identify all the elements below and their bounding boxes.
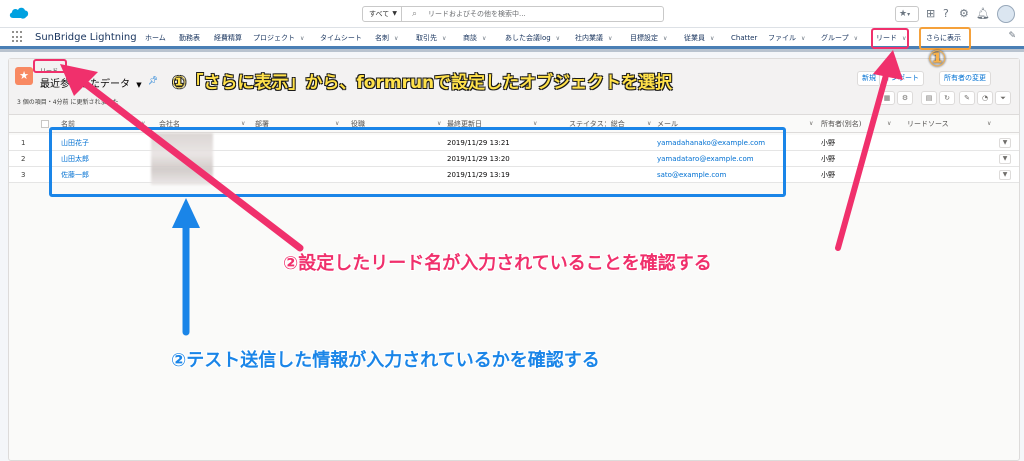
step1-marker: ① (928, 47, 947, 72)
step2a-instruction: ②設定したリード名が入力されていることを確認する (283, 253, 712, 274)
step2b-instruction: ②テスト送信した情報が入力されているかを確認する (171, 350, 600, 371)
step1-instruction: ①「さらに表示」から、formrunで設定したオブジェクトを選択 (172, 73, 673, 93)
